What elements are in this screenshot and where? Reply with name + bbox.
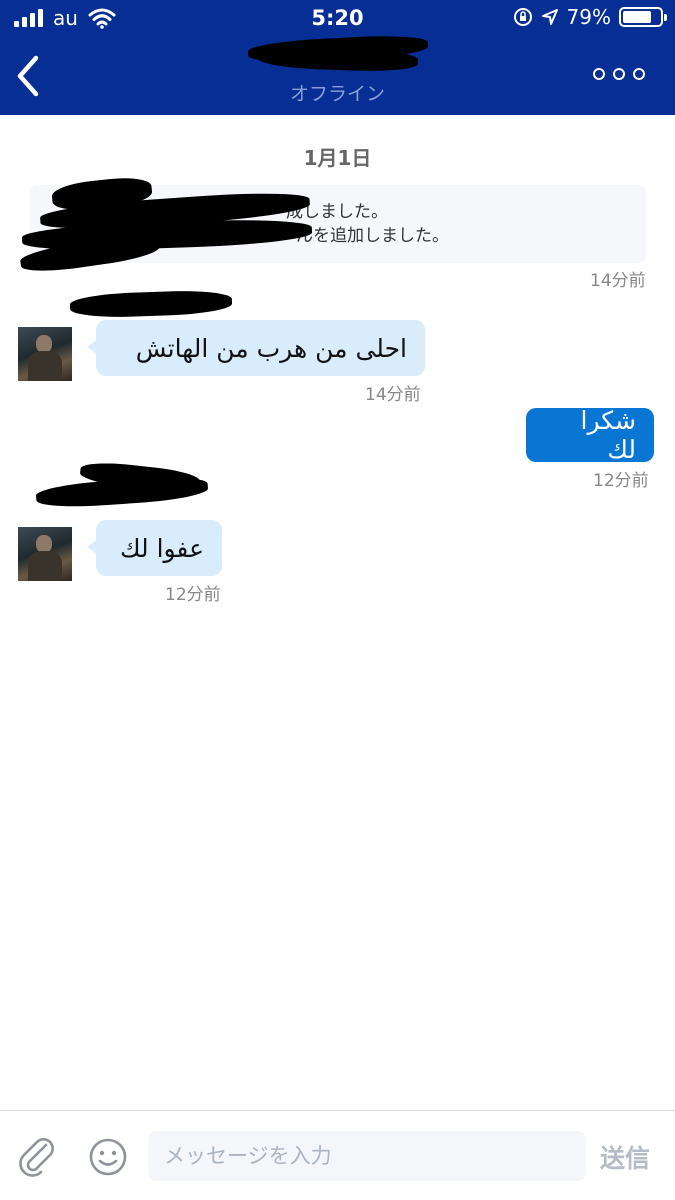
status-right: 79% — [513, 5, 667, 29]
system-message-line2: んを追加しました。 — [296, 226, 449, 246]
send-button[interactable]: 送信 — [600, 1139, 650, 1175]
message-bubble[interactable]: احلى من هرب من الهاتش — [87, 320, 425, 376]
message-bubble[interactable]: عفوا لك — [87, 520, 222, 576]
presence-status: オフライン — [289, 83, 385, 105]
battery-percent: 79% — [566, 5, 611, 29]
emoji-icon[interactable] — [88, 1137, 128, 1177]
message-time: 14分前 — [365, 385, 421, 405]
system-message-time: 14分前 — [590, 271, 646, 291]
contact-name-redacted — [247, 32, 429, 73]
message-time: 12分前 — [593, 471, 649, 491]
avatar[interactable] — [18, 327, 72, 381]
more-options-icon[interactable] — [593, 68, 645, 80]
chat-header: au 5:20 79% オフライン — [0, 0, 675, 115]
avatar[interactable] — [18, 527, 72, 581]
paperclip-icon[interactable] — [18, 1135, 56, 1179]
orientation-lock-icon — [513, 8, 532, 26]
message-text: عفوا لك — [119, 533, 204, 563]
message-composer: 送信 — [0, 1110, 675, 1200]
battery-icon — [619, 7, 667, 27]
message-text: احلى من هرب من الهاتش — [135, 333, 407, 363]
message-bubble-outgoing[interactable]: شكرا لك — [526, 406, 654, 464]
location-icon — [541, 9, 558, 25]
date-separator: 1月1日 — [303, 146, 372, 170]
message-text: شكرا لك — [580, 406, 637, 464]
battery-fill — [623, 11, 652, 23]
message-input[interactable] — [148, 1131, 586, 1181]
message-time: 12分前 — [165, 585, 221, 605]
